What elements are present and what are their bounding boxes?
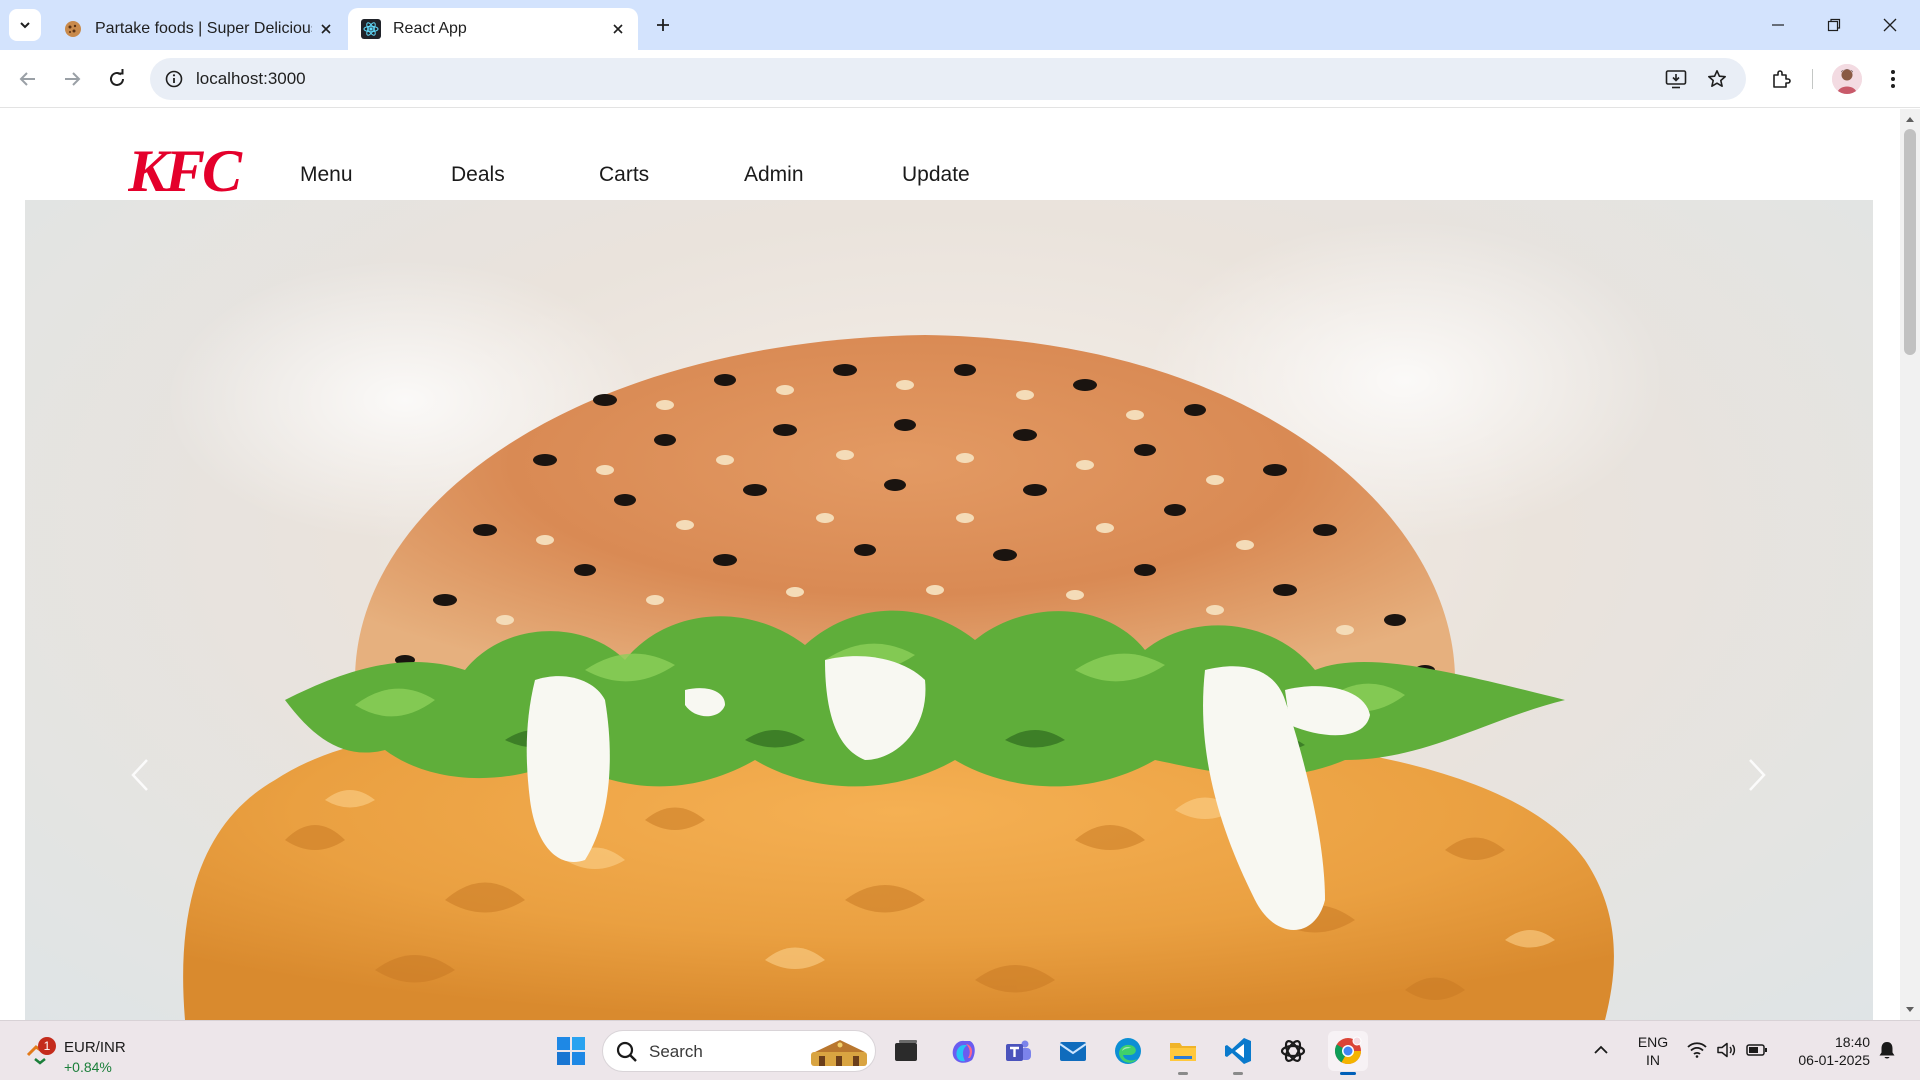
bell-icon[interactable] xyxy=(1876,1039,1898,1061)
chatgpt-icon xyxy=(1280,1040,1306,1062)
address-bar[interactable]: localhost:3000 xyxy=(150,58,1746,100)
chevron-down-icon xyxy=(20,22,30,29)
taskbar-app-teams[interactable] xyxy=(998,1031,1038,1071)
reload-button[interactable] xyxy=(99,61,135,97)
taskbar-app-chatgpt[interactable] xyxy=(1273,1031,1313,1071)
minimize-icon xyxy=(1772,24,1784,26)
search-highlight-icon xyxy=(811,1040,867,1066)
reload-icon xyxy=(110,69,124,86)
chevron-right-icon xyxy=(1749,759,1766,791)
url-text: localhost:3000 xyxy=(196,69,306,88)
search-icon xyxy=(616,1041,637,1062)
scrollbar-thumb[interactable] xyxy=(1904,129,1916,355)
extensions-icon[interactable] xyxy=(1763,61,1799,97)
restore-icon xyxy=(1827,18,1841,32)
minimize-button[interactable] xyxy=(1750,0,1806,50)
task-view-icon xyxy=(895,1040,917,1061)
taskbar-app-edge[interactable] xyxy=(1108,1031,1148,1071)
browser-tab-bar: Partake foods | Super Delicious React Ap… xyxy=(0,0,1920,50)
start-button[interactable] xyxy=(553,1033,589,1069)
market-widget[interactable]: 1 EUR/INR +0.84% xyxy=(18,1029,158,1075)
widget-label: EUR/INR xyxy=(64,1039,126,1056)
taskbar-app-chrome[interactable] xyxy=(1328,1031,1368,1075)
teams-icon xyxy=(1006,1040,1031,1061)
windows-taskbar: 1 EUR/INR +0.84% Search ENG IN 18:40 06-… xyxy=(0,1020,1920,1080)
region-code: IN xyxy=(1646,1052,1660,1068)
close-icon[interactable] xyxy=(312,15,340,43)
taskbar-app-vscode[interactable] xyxy=(1218,1031,1258,1075)
tab-title: React App xyxy=(393,20,467,37)
language-code: ENG xyxy=(1637,1034,1669,1050)
plus-icon xyxy=(657,19,669,31)
info-icon[interactable] xyxy=(160,65,188,93)
carousel-prev-button[interactable] xyxy=(120,745,160,805)
kfc-logo[interactable]: KFC xyxy=(127,138,248,204)
close-icon xyxy=(1883,18,1897,32)
nav-link-menu[interactable]: Menu xyxy=(300,163,353,187)
volume-icon[interactable] xyxy=(1715,1039,1737,1061)
battery-icon[interactable] xyxy=(1746,1039,1768,1061)
forward-button[interactable] xyxy=(54,61,90,97)
taskbar-app-copilot[interactable] xyxy=(943,1031,983,1071)
search-placeholder: Search xyxy=(649,1042,703,1061)
edge-icon xyxy=(1115,1038,1141,1064)
taskbar-app-task-view[interactable] xyxy=(886,1031,926,1071)
clock-date: 06-01-2025 xyxy=(1798,1052,1870,1068)
running-indicator xyxy=(1178,1072,1188,1075)
scroll-down-icon[interactable] xyxy=(1904,1004,1916,1016)
react-icon xyxy=(361,19,381,39)
chrome-icon xyxy=(1334,1036,1362,1065)
vscode-icon xyxy=(1225,1038,1251,1064)
nav-link-deals[interactable]: Deals xyxy=(451,163,505,187)
cookie-icon xyxy=(63,19,83,39)
more-menu-icon[interactable] xyxy=(1875,61,1911,97)
profile-avatar[interactable] xyxy=(1832,64,1862,94)
running-indicator xyxy=(1233,1072,1243,1075)
arrow-left-icon xyxy=(19,72,35,86)
new-tab-button[interactable] xyxy=(648,10,678,40)
nav-link-carts[interactable]: Carts xyxy=(599,163,649,187)
tab-search-button[interactable] xyxy=(9,9,41,41)
scroll-up-icon[interactable] xyxy=(1904,113,1916,125)
tab-title: Partake foods | Super Delicious xyxy=(95,20,312,37)
taskbar-search[interactable]: Search xyxy=(602,1030,876,1072)
chevron-up-icon[interactable] xyxy=(1590,1039,1612,1061)
page-scrollbar[interactable] xyxy=(1900,109,1920,1020)
mail-icon xyxy=(1059,1042,1087,1061)
install-app-icon[interactable] xyxy=(1662,65,1690,93)
tab-partake-foods[interactable]: Partake foods | Super Delicious xyxy=(50,8,346,50)
site-header: KFC Menu Deals Carts Admin Update xyxy=(0,109,1900,204)
folder-icon xyxy=(1170,1043,1196,1061)
page-viewport: KFC Menu Deals Carts Admin Update xyxy=(0,109,1920,1020)
arrow-right-icon xyxy=(65,72,81,86)
hero-carousel[interactable] xyxy=(25,200,1873,1020)
wifi-icon[interactable] xyxy=(1686,1039,1708,1061)
nav-link-update[interactable]: Update xyxy=(902,163,970,187)
close-window-button[interactable] xyxy=(1862,0,1918,50)
running-indicator xyxy=(1340,1072,1356,1075)
widget-change: +0.84% xyxy=(64,1059,112,1075)
logo-text: KFC xyxy=(128,144,243,196)
star-icon[interactable] xyxy=(1703,65,1731,93)
clock-time: 18:40 xyxy=(1834,1034,1870,1050)
system-clock[interactable]: 18:40 06-01-2025 xyxy=(1786,1033,1870,1069)
taskbar-app-file-explorer[interactable] xyxy=(1163,1031,1203,1075)
back-button[interactable] xyxy=(10,61,46,97)
language-indicator[interactable]: ENG IN xyxy=(1636,1033,1670,1069)
tab-react-app[interactable]: React App xyxy=(348,8,638,50)
chevron-left-icon xyxy=(131,759,148,791)
taskbar-app-mail[interactable] xyxy=(1053,1031,1093,1071)
restore-button[interactable] xyxy=(1806,0,1862,50)
notification-badge: 1 xyxy=(38,1037,56,1055)
nav-link-admin[interactable]: Admin xyxy=(744,163,804,187)
browser-toolbar: localhost:3000 xyxy=(0,50,1920,108)
toolbar-divider xyxy=(1812,69,1813,89)
copilot-icon xyxy=(952,1040,975,1063)
burger-hero-image xyxy=(165,220,1665,1020)
close-icon[interactable] xyxy=(604,15,632,43)
windows-icon xyxy=(557,1037,585,1065)
carousel-next-button[interactable] xyxy=(1737,745,1777,805)
